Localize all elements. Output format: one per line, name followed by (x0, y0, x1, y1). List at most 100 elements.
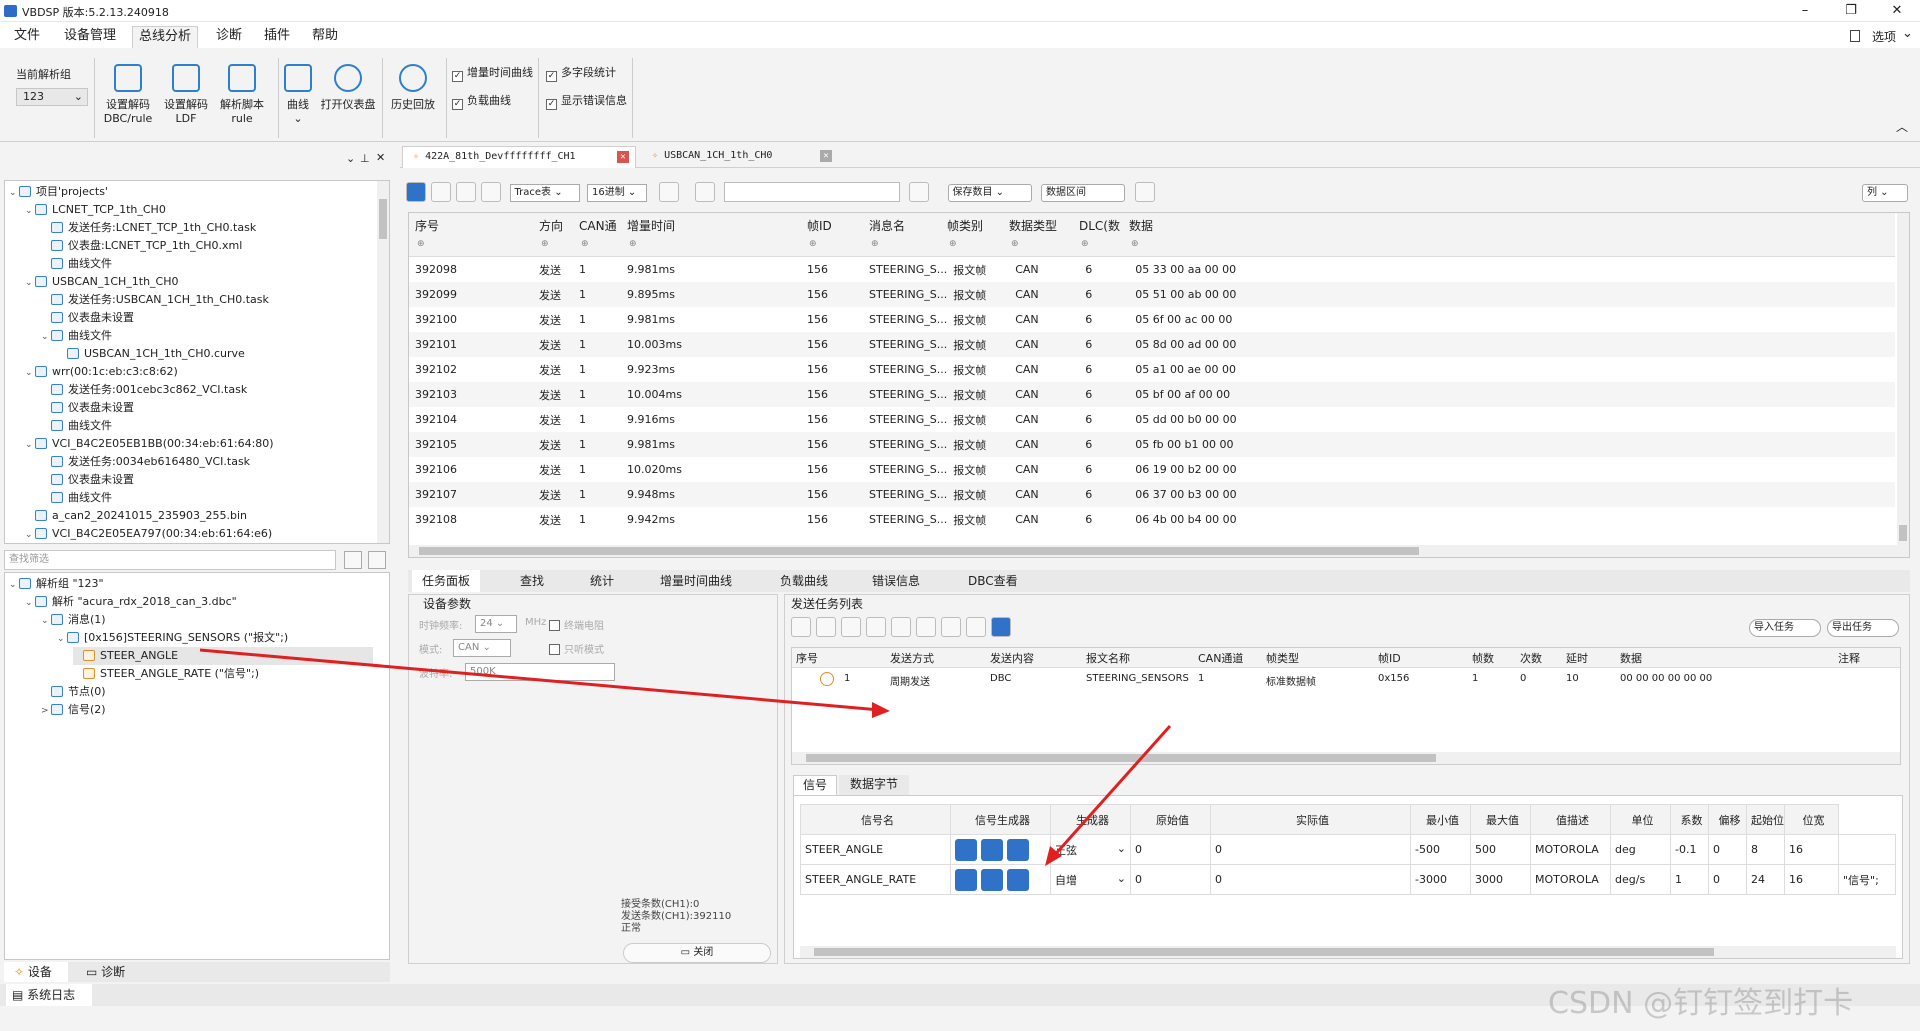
view-select[interactable]: Trace表 ⌄ (509, 184, 580, 202)
filter-icon[interactable]: ⊕ (629, 239, 637, 249)
refresh-icon[interactable] (456, 182, 476, 202)
move-down-icon[interactable] (891, 617, 911, 637)
chevron-down-icon[interactable]: ⌄ (1902, 26, 1913, 41)
tab-data-bytes[interactable]: 数据字节 (839, 775, 909, 795)
tab-device[interactable]: ✧ 设备 (4, 962, 68, 982)
filter-input[interactable]: 查找筛选 (4, 550, 336, 570)
expand-arrow-icon[interactable]: ⌄ (41, 328, 51, 346)
signal-column-header[interactable]: 位宽 (1784, 804, 1839, 835)
expand-arrow-icon[interactable]: ⌄ (25, 594, 35, 612)
close-device-button[interactable]: ▭ 关闭 (623, 943, 771, 963)
expand-arrow-icon[interactable]: ⌄ (25, 364, 35, 382)
tree-node[interactable]: ⌄ VCI_B4C2E05EB1BB(00:34:eb:61:64:80) (25, 435, 274, 453)
options-label[interactable]: 选项 (1872, 28, 1896, 45)
table-row[interactable]: 392104 发送 1 9.916ms 156 STEERING_S... 报文帧 CAN 6 0… (409, 407, 1895, 432)
column-header[interactable]: 数据 (1129, 217, 1153, 234)
expand-arrow-icon[interactable]: ⌄ (25, 526, 35, 543)
parse-tree-node[interactable]: ⌄ 解析 "acura_rdx_2018_can_3.dbc" (25, 593, 237, 611)
stop-icon[interactable] (981, 838, 1003, 861)
task-column-header[interactable]: 注释 (1838, 650, 1860, 666)
stop-icon[interactable] (991, 617, 1011, 637)
import-task-button[interactable]: 导入任务 (1749, 619, 1821, 637)
filter-icon[interactable]: ⊕ (949, 239, 957, 249)
parse-tree-node[interactable]: STEER_ANGLE_RATE ("信号";) (73, 665, 259, 683)
task-cell[interactable]: DBC (990, 673, 1011, 684)
filter-icon[interactable]: ⊕ (417, 239, 425, 249)
gear-icon[interactable] (1007, 838, 1029, 861)
expand-arrow-icon[interactable]: ⌄ (25, 274, 35, 292)
pause-icon[interactable] (955, 838, 977, 861)
filter-icon[interactable]: ⊕ (541, 239, 549, 249)
expand-arrow-icon[interactable]: ⌄ (9, 576, 19, 594)
close-tab-icon[interactable]: ✕ (617, 151, 629, 163)
task-column-header[interactable]: 发送内容 (990, 650, 1034, 666)
menu-help[interactable]: 帮助 (306, 26, 344, 48)
curve-button[interactable]: 曲线 ⌄ (276, 56, 320, 140)
tree-node[interactable]: 仪表盘未设置 (41, 399, 134, 417)
parse-tree-node[interactable]: > 信号(2) (41, 701, 106, 719)
tab-syslog[interactable]: ▤ 系统日志 (6, 984, 92, 1006)
signal-column-header[interactable]: 单位 (1610, 804, 1671, 835)
parse-tree-node[interactable]: ⌄ 解析组 "123" (9, 575, 104, 593)
task-column-header[interactable]: CAN通道 (1198, 650, 1243, 666)
signal-column-header[interactable]: 信号名 (800, 804, 951, 835)
signal-cell[interactable]: 0 (1210, 864, 1411, 895)
maximize-button[interactable]: ❐ (1828, 0, 1874, 22)
chart-icon[interactable] (909, 182, 929, 202)
move-right-icon[interactable] (941, 617, 961, 637)
tree-node[interactable]: ⌄ VCI_B4C2E05EA797(00:34:eb:61:64:e6) (25, 525, 272, 543)
signal-column-header[interactable]: 生成器 (1050, 804, 1131, 835)
task-column-header[interactable]: 序号 (796, 650, 818, 666)
set-decode-ldf-button[interactable]: 设置解码 LDF (158, 56, 214, 140)
column-header[interactable]: 方向 (539, 217, 563, 234)
column-header[interactable]: 数据类型 (1009, 217, 1057, 234)
table-row[interactable]: 392105 发送 1 9.981ms 156 STEERING_S... 报文帧 CAN 6 0… (409, 432, 1895, 457)
tab-signal[interactable]: 信号 (793, 775, 837, 795)
signal-h-scrollbar[interactable] (800, 946, 1896, 958)
export-icon[interactable] (1134, 182, 1155, 202)
column-header[interactable]: 帧类别 (947, 217, 983, 234)
tree-node[interactable]: ⌄ LCNET_TCP_1th_CH0 (25, 201, 166, 219)
bottom-tab[interactable]: 统计 (580, 570, 624, 592)
table-row[interactable]: 392101 发送 1 10.003ms 156 STEERING_S... 报文帧 CAN 6… (409, 332, 1895, 357)
parse-tree-node[interactable]: ⌄ 消息(1) (41, 611, 106, 629)
signal-column-header[interactable]: 最大值 (1470, 804, 1531, 835)
signal-column-header[interactable]: 原始值 (1130, 804, 1211, 835)
dropdown-arrow-icon[interactable]: ⌄ (1117, 842, 1126, 855)
table-row[interactable]: 392107 发送 1 9.948ms 156 STEERING_S... 报文帧 CAN 6 0… (409, 482, 1895, 507)
task-cell[interactable]: STEERING_SENSORS (1086, 673, 1189, 684)
tab-doc-1[interactable]: ✧ 422A_81th_Devffffffff_CH1 ✕ (402, 146, 636, 168)
radix-select[interactable]: 16进制 ⌄ (587, 184, 647, 202)
expand-arrow-icon[interactable]: > (41, 702, 51, 720)
minimize-button[interactable]: – (1782, 0, 1828, 22)
signal-cell[interactable]: 0 (1210, 834, 1411, 865)
multi-field-stats-checkbox[interactable]: ✓ 多字段统计 (546, 64, 616, 82)
signal-column-header[interactable]: 值描述 (1530, 804, 1611, 835)
task-cell[interactable]: 1 (1472, 673, 1478, 684)
delta-time-curve-checkbox[interactable]: ✓ 增量时间曲线 (452, 64, 533, 82)
play-task-icon[interactable] (820, 672, 834, 686)
parse-group-select[interactable]: 123 ⌄ (16, 88, 88, 106)
tree-node[interactable]: ⌄ 项目'projects' (9, 183, 108, 201)
tree-node[interactable]: 曲线文件 (41, 417, 112, 435)
delete-task-icon[interactable] (841, 617, 861, 637)
tree-node[interactable]: 发送任务:0034eb616480_VCI.task (41, 453, 250, 471)
table-row[interactable]: 392100 发送 1 9.981ms 156 STEERING_S... 报文帧 CAN 6 0… (409, 307, 1895, 332)
grid-v-scrollbar[interactable] (1897, 213, 1909, 557)
task-column-header[interactable]: 帧ID (1378, 650, 1401, 666)
parse-tree-node[interactable]: ⌄ [0x156]STEERING_SENSORS ("报文";) (57, 629, 288, 647)
table-row[interactable]: 392098 发送 1 9.981ms 156 STEERING_S... 报文帧 CAN 6 0… (409, 257, 1895, 282)
move-left-icon[interactable] (916, 617, 936, 637)
expand-arrow-icon[interactable]: ⌄ (57, 630, 67, 648)
columns-button[interactable]: 列 ⌄ (1862, 184, 1908, 202)
dropdown-arrow-icon[interactable]: ⌄ (1117, 872, 1126, 885)
stop-icon[interactable] (981, 868, 1003, 891)
filter-icon[interactable]: ⊕ (809, 239, 817, 249)
add-task-icon[interactable] (791, 617, 811, 637)
load-curve-checkbox[interactable]: ✓ 负载曲线 (452, 92, 511, 110)
tree-node[interactable]: 发送任务:001cebc3c862_VCI.task (41, 381, 247, 399)
search-input[interactable] (723, 182, 900, 202)
task-column-header[interactable]: 次数 (1520, 650, 1542, 666)
menu-device[interactable]: 设备管理 (58, 26, 122, 48)
menu-diagnose[interactable]: 诊断 (210, 26, 248, 48)
